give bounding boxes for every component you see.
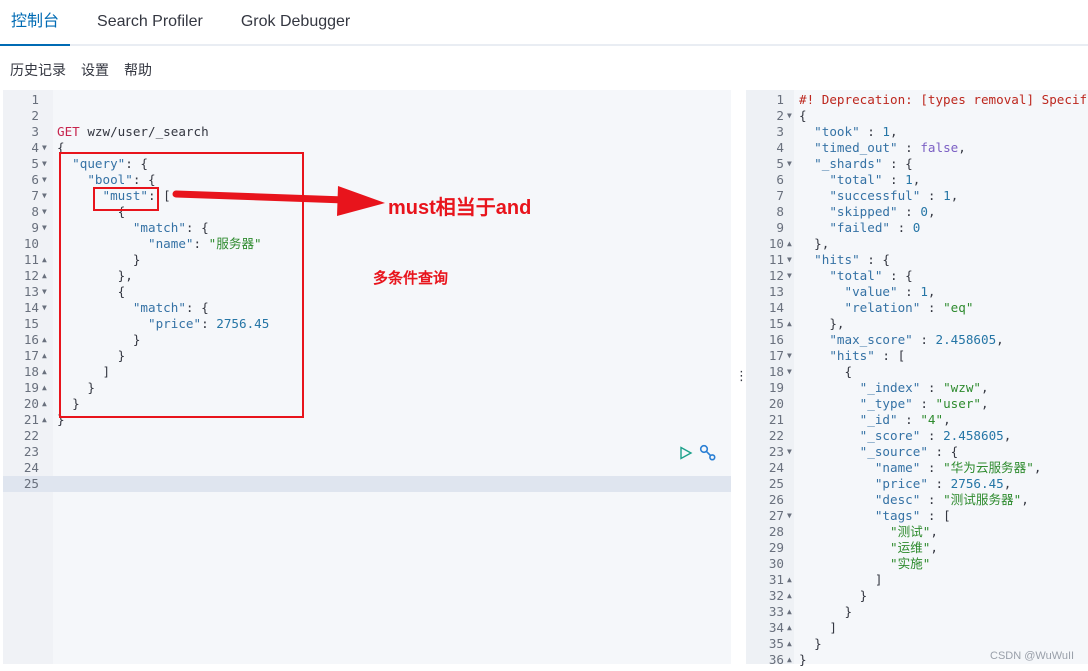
annotation-arrow (172, 186, 385, 216)
must-annotation-label: must相当于and (388, 197, 532, 219)
watermark: CSDN @WuWuII (990, 650, 1075, 662)
multi-condition-note: 多条件查询 (373, 270, 449, 287)
